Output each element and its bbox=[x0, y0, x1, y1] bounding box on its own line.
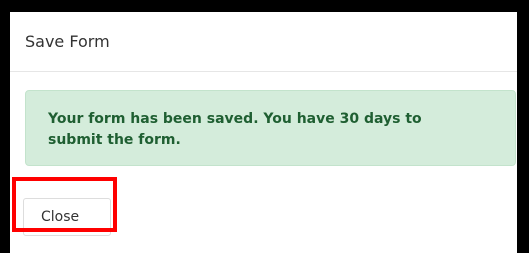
success-alert: Your form has been saved. You have 30 da… bbox=[25, 90, 516, 166]
dialog-title: Save Form bbox=[25, 32, 110, 51]
close-button[interactable]: Close bbox=[23, 198, 111, 236]
success-message: Your form has been saved. You have 30 da… bbox=[48, 111, 422, 148]
background-frame-left bbox=[0, 0, 10, 253]
dialog-header: Save Form bbox=[10, 12, 517, 72]
background-frame-right bbox=[517, 0, 529, 253]
background-frame-top bbox=[0, 0, 529, 12]
save-form-dialog: Save Form Your form has been saved. You … bbox=[10, 12, 517, 253]
